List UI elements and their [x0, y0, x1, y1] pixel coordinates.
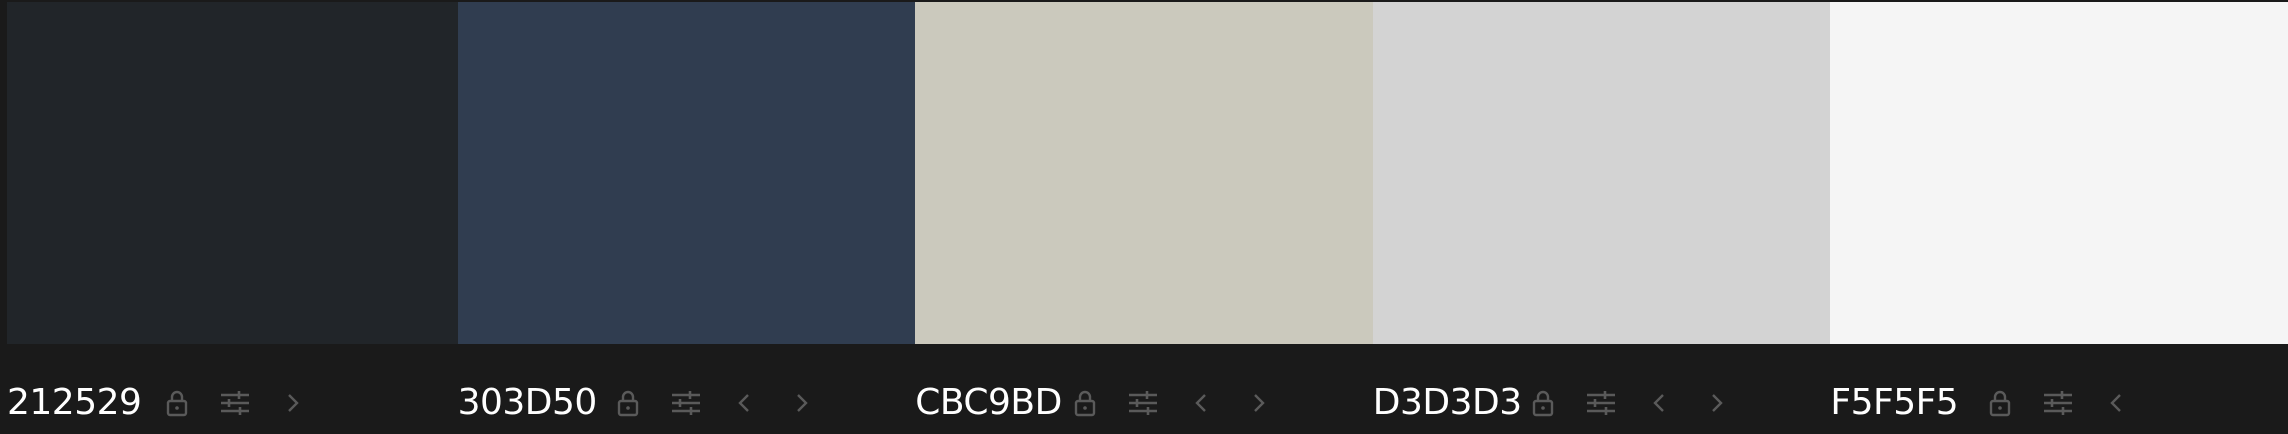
chevron-right-icon[interactable] [786, 387, 818, 419]
hex-code[interactable]: CBC9BD [915, 385, 1069, 421]
lock-icon[interactable] [1069, 387, 1101, 419]
swatch-column-4: D3D3D3 [1372, 0, 1831, 434]
chevron-left-icon[interactable] [2100, 387, 2132, 419]
swatch-column-5: F5F5F5 [1830, 0, 2288, 434]
adjust-icon[interactable] [2042, 387, 2074, 419]
chevron-right-icon[interactable] [1701, 387, 1733, 419]
lock-icon[interactable] [612, 387, 644, 419]
swatch-column-1: 212529 [0, 0, 458, 434]
adjust-icon[interactable] [219, 387, 251, 419]
color-swatch[interactable] [457, 2, 916, 344]
hex-code[interactable]: D3D3D3 [1373, 385, 1527, 421]
hex-code[interactable]: 303D50 [458, 385, 612, 421]
color-swatch[interactable] [7, 2, 458, 344]
chevron-left-icon[interactable] [1185, 387, 1217, 419]
swatch-column-3: CBC9BD [915, 0, 1373, 434]
lock-icon[interactable] [161, 387, 193, 419]
chevron-right-icon[interactable] [1243, 387, 1275, 419]
chevron-left-icon[interactable] [1643, 387, 1675, 419]
chevron-left-icon[interactable] [728, 387, 760, 419]
hex-code[interactable]: 212529 [7, 385, 161, 421]
adjust-icon[interactable] [1585, 387, 1617, 419]
swatch-toolbar: F5F5F5 [1830, 372, 2288, 434]
lock-icon[interactable] [1527, 387, 1559, 419]
adjust-icon[interactable] [1127, 387, 1159, 419]
chevron-right-icon[interactable] [277, 387, 309, 419]
color-swatch[interactable] [1372, 2, 1831, 344]
color-swatch[interactable] [915, 2, 1373, 344]
swatch-toolbar: D3D3D3 [1373, 372, 1831, 434]
color-swatch[interactable] [1830, 2, 2288, 344]
swatch-toolbar: 212529 [7, 372, 465, 434]
swatch-toolbar: 303D50 [458, 372, 916, 434]
hex-code[interactable]: F5F5F5 [1830, 385, 1984, 421]
swatch-toolbar: CBC9BD [915, 372, 1373, 434]
adjust-icon[interactable] [670, 387, 702, 419]
swatch-column-2: 303D50 [457, 0, 916, 434]
lock-icon[interactable] [1984, 387, 2016, 419]
palette: 212529 303D50 CBC9BD D3D3D3 F5F5F5 [0, 0, 2288, 434]
